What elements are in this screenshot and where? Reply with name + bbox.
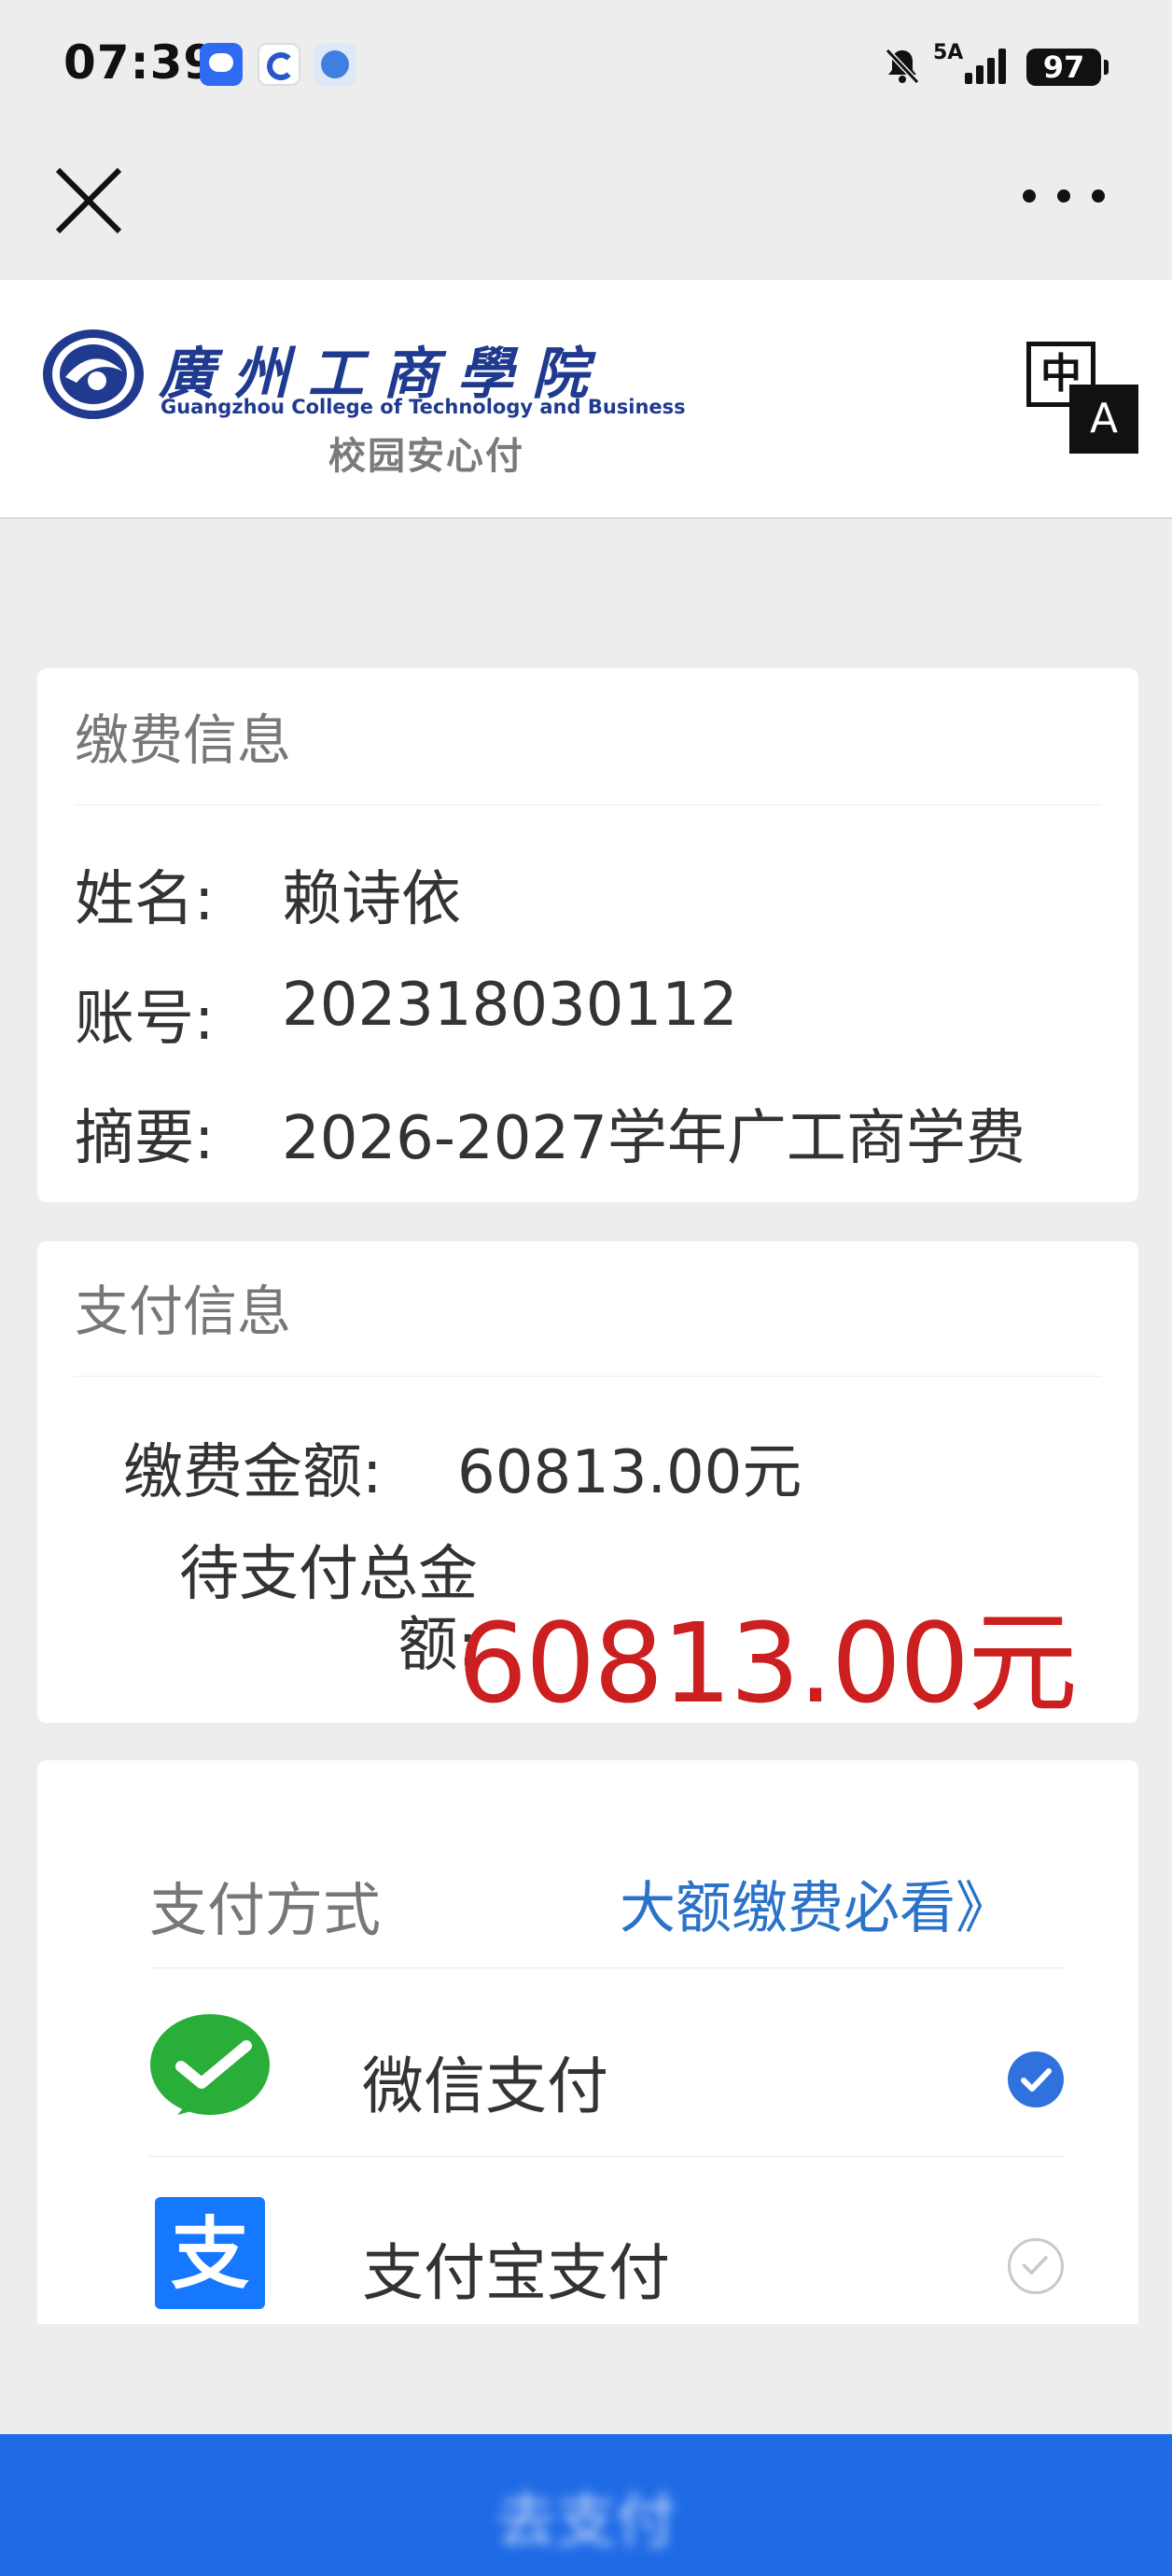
battery-indicator: 97 <box>1026 49 1109 86</box>
amount-label: 缴费金额: <box>123 1438 383 1507</box>
total-amount-label: 待支付总金额: <box>179 1540 478 1680</box>
payment-method-card: 支付方式 大额缴费必看》 微信支付 支 支付宝支付 <box>37 1760 1138 2324</box>
app-notification-icon <box>258 43 300 86</box>
divider <box>75 1376 1101 1377</box>
summary-value: 2026-2027学年广工商学费 <box>282 1104 1026 1173</box>
more-options-icon[interactable] <box>1012 168 1115 224</box>
school-header: 廣州工商學院 Guangzhou College of Technology a… <box>0 280 1172 519</box>
network-type: 5A <box>933 41 964 64</box>
account-value: 202318030112 <box>282 971 738 1040</box>
fee-info-title: 缴费信息 <box>75 708 292 772</box>
wechat-pay-radio[interactable] <box>1008 2051 1064 2107</box>
pay-button[interactable]: 去支付 <box>0 2434 1172 2576</box>
total-amount-value: 60813.00元 <box>457 1599 1078 1728</box>
alipay-option[interactable]: 支 支付宝支付 <box>149 2160 1064 2324</box>
name-label: 姓名: <box>75 865 215 934</box>
school-name-en: Guangzhou College of Technology and Busi… <box>160 396 686 418</box>
translate-en-glyph: A <box>1069 385 1138 454</box>
payment-method-title: 支付方式 <box>149 1876 382 1944</box>
service-subtitle: 校园安心付 <box>328 435 524 478</box>
close-icon[interactable] <box>47 159 131 243</box>
fee-info-card: 缴费信息 姓名: 赖诗依 账号: 202318030112 摘要: 2026-2… <box>37 668 1138 1202</box>
payment-info-card: 支付信息 缴费金额: 60813.00元 待支付总金额: 60813.00元 <box>37 1241 1138 1728</box>
wechat-pay-icon <box>150 2014 270 2115</box>
summary-label: 摘要: <box>75 1104 215 1173</box>
large-payment-guide-link[interactable]: 大额缴费必看》 <box>620 1863 1012 1944</box>
status-time: 07:39 <box>63 35 217 90</box>
alipay-label: 支付宝支付 <box>362 2237 670 2309</box>
svg-text:支: 支 <box>171 2208 249 2300</box>
check-icon <box>1021 2068 1052 2092</box>
status-bar: 07:39 5A 97 <box>0 0 1172 135</box>
wechat-pay-label: 微信支付 <box>362 2051 608 2122</box>
translate-icon: 中 A <box>1026 342 1140 454</box>
divider <box>149 1967 1064 1968</box>
name-value: 赖诗依 <box>282 865 461 934</box>
alipay-radio[interactable] <box>1008 2238 1064 2294</box>
browser-app-icon <box>314 43 356 86</box>
amount-value: 60813.00元 <box>457 1438 802 1507</box>
signal-icon <box>963 49 1013 84</box>
translate-button[interactable]: 中 A <box>1026 342 1140 454</box>
account-label: 账号: <box>75 985 215 1054</box>
alipay-icon: 支 <box>155 2197 265 2309</box>
wechat-pay-option[interactable]: 微信支付 <box>149 1973 1064 2156</box>
pay-button-label: 去支付 <box>496 2487 676 2556</box>
message-app-icon <box>200 43 243 86</box>
divider <box>149 2156 1064 2157</box>
payment-info-title: 支付信息 <box>75 1280 292 1343</box>
mute-bell-icon <box>885 48 920 85</box>
school-logo <box>43 329 144 419</box>
check-icon <box>1022 2256 1048 2275</box>
